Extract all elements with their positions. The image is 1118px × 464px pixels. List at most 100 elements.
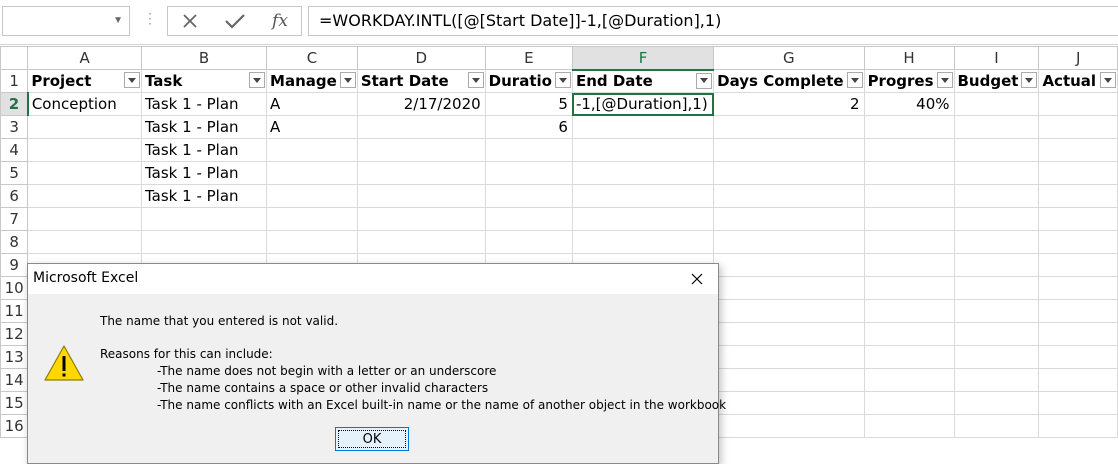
table-cell[interactable]: 2 — [713, 92, 865, 116]
table-cell[interactable] — [484, 161, 573, 185]
table-cell[interactable]: Task 1 - Plan — [140, 184, 268, 208]
empty-cell[interactable] — [266, 230, 358, 254]
cancel-button[interactable] — [170, 7, 210, 35]
table-header-cell[interactable]: Budget — [953, 69, 1040, 93]
row-header[interactable]: 9 — [0, 253, 29, 277]
table-cell[interactable] — [863, 184, 955, 208]
column-header[interactable]: C — [266, 46, 358, 70]
table-cell[interactable] — [571, 184, 715, 208]
table-cell[interactable] — [27, 161, 142, 185]
empty-cell[interactable] — [953, 253, 1040, 277]
table-cell[interactable] — [863, 138, 955, 162]
filter-dropdown-button[interactable] — [124, 72, 140, 88]
enter-button[interactable] — [215, 7, 255, 35]
row-header[interactable]: 3 — [0, 115, 29, 139]
table-cell[interactable] — [713, 184, 865, 208]
formula-input[interactable]: =WORKDAY.INTL([@[Start Date]]-1,[@Durati… — [308, 6, 1118, 36]
empty-cell[interactable] — [953, 414, 1040, 438]
empty-cell[interactable] — [863, 230, 955, 254]
row-header[interactable]: 13 — [0, 345, 29, 369]
empty-cell[interactable] — [713, 345, 865, 369]
table-cell[interactable] — [27, 184, 142, 208]
column-header[interactable]: F — [571, 46, 715, 71]
column-header[interactable]: J — [1038, 46, 1118, 70]
empty-cell[interactable] — [140, 207, 268, 231]
column-header[interactable]: H — [863, 46, 955, 70]
empty-cell[interactable] — [1038, 368, 1118, 392]
table-cell[interactable] — [571, 161, 715, 185]
empty-cell[interactable] — [713, 253, 865, 277]
filter-dropdown-button[interactable] — [467, 72, 484, 88]
chevron-down-icon[interactable]: ▼ — [113, 15, 123, 26]
empty-cell[interactable] — [1038, 322, 1118, 346]
table-header-cell[interactable]: Manage — [266, 69, 358, 93]
column-header[interactable]: D — [356, 46, 486, 70]
empty-cell[interactable] — [1038, 414, 1118, 438]
table-cell[interactable] — [863, 161, 955, 185]
dialog-close-button[interactable] — [686, 268, 708, 290]
table-cell[interactable] — [266, 138, 358, 162]
empty-cell[interactable] — [953, 345, 1040, 369]
table-cell[interactable] — [266, 184, 358, 208]
empty-cell[interactable] — [1038, 345, 1118, 369]
row-header[interactable]: 11 — [0, 299, 29, 323]
empty-cell[interactable] — [863, 391, 955, 415]
table-cell[interactable] — [953, 115, 1040, 139]
empty-cell[interactable] — [863, 322, 955, 346]
table-cell[interactable]: Task 1 - Plan — [140, 92, 268, 116]
column-header[interactable]: B — [140, 46, 268, 70]
table-cell[interactable]: Task 1 - Plan — [140, 161, 268, 185]
filter-dropdown-button[interactable] — [554, 72, 571, 88]
table-header-cell[interactable]: Task — [140, 69, 268, 93]
row-header[interactable]: 14 — [0, 368, 29, 392]
table-cell[interactable]: Conception — [27, 92, 142, 116]
row-header[interactable]: 16 — [0, 414, 29, 438]
table-cell[interactable]: 6 — [484, 115, 573, 139]
empty-cell[interactable] — [863, 345, 955, 369]
empty-cell[interactable] — [863, 299, 955, 323]
table-cell[interactable]: 40% — [863, 92, 955, 116]
column-header[interactable]: A — [27, 46, 142, 70]
column-header[interactable]: G — [713, 46, 865, 70]
table-cell[interactable] — [356, 161, 486, 185]
table-cell[interactable] — [571, 138, 715, 162]
empty-cell[interactable] — [863, 368, 955, 392]
row-header[interactable]: 1 — [0, 69, 29, 93]
empty-cell[interactable] — [27, 230, 142, 254]
empty-cell[interactable] — [953, 322, 1040, 346]
empty-cell[interactable] — [953, 391, 1040, 415]
empty-cell[interactable] — [953, 230, 1040, 254]
table-cell[interactable] — [356, 184, 486, 208]
table-cell[interactable] — [1038, 184, 1118, 208]
table-cell[interactable]: Task 1 - Plan — [140, 138, 268, 162]
empty-cell[interactable] — [953, 207, 1040, 231]
table-cell[interactable] — [266, 161, 358, 185]
empty-cell[interactable] — [27, 207, 142, 231]
table-header-cell[interactable]: Duratio — [484, 69, 573, 93]
column-header[interactable]: I — [953, 46, 1040, 70]
table-cell[interactable] — [484, 138, 573, 162]
table-cell[interactable] — [356, 115, 486, 139]
empty-cell[interactable] — [1038, 253, 1118, 277]
filter-dropdown-button[interactable] — [1021, 72, 1038, 88]
empty-cell[interactable] — [953, 299, 1040, 323]
empty-cell[interactable] — [713, 414, 865, 438]
table-cell[interactable]: 2/17/2020 — [356, 92, 486, 116]
table-cell[interactable] — [713, 138, 865, 162]
table-header-cell[interactable]: End Date — [571, 69, 715, 93]
row-header[interactable]: 15 — [0, 391, 29, 415]
empty-cell[interactable] — [1038, 207, 1118, 231]
empty-cell[interactable] — [1038, 276, 1118, 300]
table-cell[interactable] — [27, 115, 142, 139]
filter-dropdown-button[interactable] — [696, 72, 713, 89]
table-cell[interactable] — [1038, 92, 1118, 116]
row-header[interactable]: 5 — [0, 161, 29, 185]
table-cell[interactable]: Task 1 - Plan — [140, 115, 268, 139]
empty-cell[interactable] — [1038, 391, 1118, 415]
table-cell[interactable] — [953, 161, 1040, 185]
empty-cell[interactable] — [713, 207, 865, 231]
row-header[interactable]: 7 — [0, 207, 29, 231]
empty-cell[interactable] — [863, 414, 955, 438]
row-header[interactable]: 6 — [0, 184, 29, 208]
empty-cell[interactable] — [953, 276, 1040, 300]
